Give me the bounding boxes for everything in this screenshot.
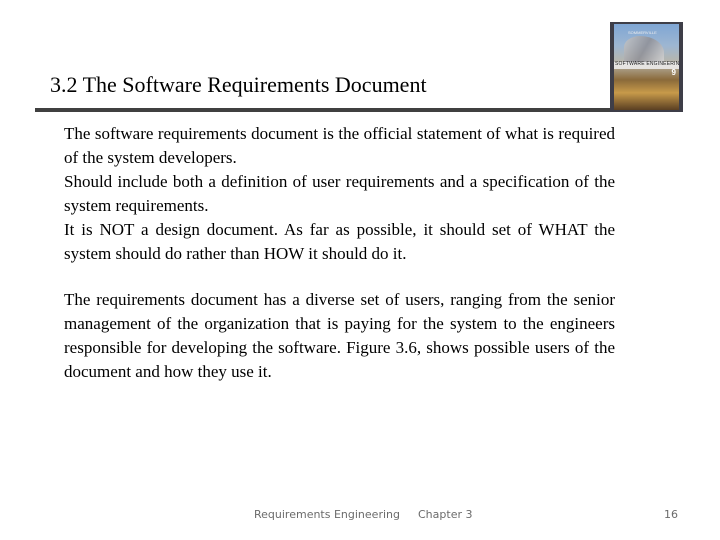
footer-course-title: Requirements Engineering — [254, 508, 400, 521]
book-edition: 9 — [671, 68, 676, 77]
title-divider — [35, 108, 611, 112]
footer-page-number: 16 — [664, 508, 678, 521]
book-cover-image: SOMMERVILLE SOFTWARE ENGINEERING 9 — [610, 22, 683, 112]
book-cover-art: SOMMERVILLE SOFTWARE ENGINEERING 9 — [614, 24, 679, 110]
body-paragraph-1: The software requirements document is th… — [64, 122, 615, 266]
paragraph-line: It is NOT a design document. As far as p… — [64, 220, 615, 263]
paragraph-line: The software requirements document is th… — [64, 124, 615, 167]
paragraph-line: Should include both a definition of user… — [64, 172, 615, 215]
slide-title: 3.2 The Software Requirements Document — [50, 72, 427, 97]
body-paragraph-2: The requirements document has a diverse … — [64, 288, 615, 384]
book-author: SOMMERVILLE — [628, 30, 657, 35]
building-graphic — [624, 36, 664, 64]
book-title: SOFTWARE ENGINEERING — [615, 61, 679, 67]
footer-chapter: Chapter 3 — [418, 508, 473, 521]
paragraph-line: The requirements document has a diverse … — [64, 290, 615, 381]
